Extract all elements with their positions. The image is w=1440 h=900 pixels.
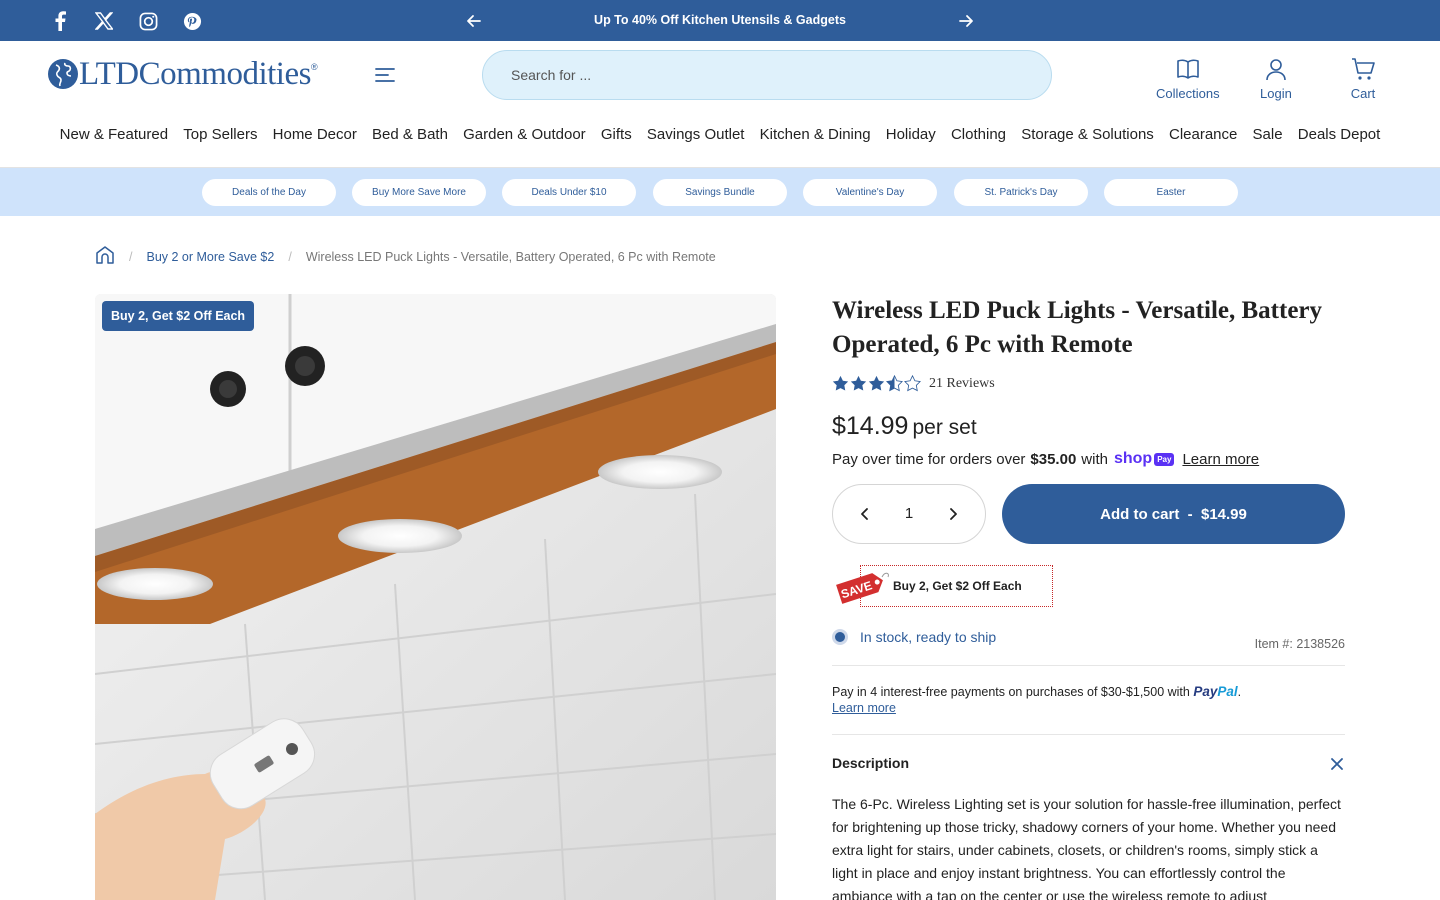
stock-status: In stock, ready to ship	[832, 629, 996, 645]
quantity-value[interactable]: 1	[893, 505, 925, 522]
description-heading[interactable]: Description	[832, 755, 909, 771]
price-unit: per set	[912, 416, 977, 439]
nav-item-holiday[interactable]: Holiday	[878, 126, 943, 143]
nav-item-garden-outdoor[interactable]: Garden & Outdoor	[456, 126, 594, 143]
facebook-icon[interactable]	[48, 10, 72, 32]
divider	[832, 665, 1345, 666]
shop-pay-installments: Pay over time for orders over $35.00 wit…	[832, 450, 1259, 468]
pill-easter[interactable]: Easter	[1104, 179, 1238, 206]
breadcrumb-separator: /	[129, 249, 133, 264]
breadcrumb-current: Wireless LED Puck Lights - Versatile, Ba…	[305, 249, 716, 264]
collections-label: Collections	[1156, 86, 1220, 101]
shoppay-amount: $35.00	[1030, 450, 1077, 468]
logo-text: LTDCommodities	[79, 55, 311, 92]
in-stock-dot-icon	[832, 629, 848, 645]
close-icon[interactable]	[1330, 757, 1344, 771]
search-input[interactable]	[511, 51, 1011, 99]
promo-pill-bar: Deals of the Day Buy More Save More Deal…	[0, 168, 1440, 216]
nav-item-new-featured[interactable]: New & Featured	[52, 126, 176, 143]
breadcrumb: / Buy 2 or More Save $2 / Wireless LED P…	[95, 245, 716, 268]
breadcrumb-separator: /	[288, 249, 292, 264]
nav-item-bed-bath[interactable]: Bed & Bath	[364, 126, 455, 143]
announcement-text[interactable]: Up To 40% Off Kitchen Utensils & Gadgets	[500, 13, 940, 27]
chevron-left-icon[interactable]	[855, 504, 875, 524]
product-title: Wireless LED Puck Lights - Versatile, Ba…	[832, 297, 1323, 358]
pill-valentines-day[interactable]: Valentine's Day	[803, 179, 937, 206]
x-icon[interactable]	[92, 10, 116, 32]
stock-text: In stock, ready to ship	[860, 629, 997, 645]
logo-registered-mark: ®	[310, 62, 318, 72]
star-rating	[832, 375, 921, 392]
nav-item-clothing[interactable]: Clothing	[943, 126, 1013, 143]
nav-item-top-sellers[interactable]: Top Sellers	[176, 126, 265, 143]
add-to-cart-button[interactable]: Add to cart - $14.99	[1002, 484, 1345, 544]
star-icon	[850, 375, 867, 391]
globe-icon	[48, 59, 78, 89]
divider	[832, 734, 1345, 735]
announcement-bar: Up To 40% Off Kitchen Utensils & Gadgets	[0, 0, 1440, 41]
item-number: Item #: 2138526	[1254, 637, 1345, 651]
pill-buy-more-save-more[interactable]: Buy More Save More	[352, 179, 486, 206]
pinterest-icon[interactable]	[180, 10, 204, 32]
paypal-learn-more-link[interactable]: Learn more	[832, 700, 1345, 716]
paypal-logo-pay: Pay	[1193, 684, 1218, 699]
collections-link[interactable]: Collections	[1156, 56, 1220, 101]
promo-offer-label: Buy 2, Get $2 Off Each	[893, 579, 1022, 593]
pill-st-patricks-day[interactable]: St. Patrick's Day	[954, 179, 1088, 206]
arrow-right-icon[interactable]	[956, 11, 976, 31]
pill-deals-under-10[interactable]: Deals Under $10	[502, 179, 636, 206]
nav-item-home-decor[interactable]: Home Decor	[265, 126, 364, 143]
price-value: $14.99	[832, 412, 909, 440]
promo-badge: Buy 2, Get $2 Off Each	[102, 301, 255, 331]
product-price: $14.99 per set	[832, 412, 977, 441]
product-rating[interactable]: 21 Reviews	[832, 375, 995, 392]
review-count[interactable]: 21 Reviews	[929, 376, 995, 392]
shoppay-learn-more-link[interactable]: Learn more	[1182, 451, 1259, 468]
arrow-left-icon[interactable]	[464, 11, 484, 31]
paypal-period: .	[1237, 685, 1242, 699]
star-icon	[832, 375, 849, 391]
paypal-text: Pay in 4 interest-free payments on purch…	[832, 685, 1190, 699]
breadcrumb-category[interactable]: Buy 2 or More Save $2	[146, 250, 274, 264]
chevron-right-icon[interactable]	[943, 504, 963, 524]
pill-deals-of-the-day[interactable]: Deals of the Day	[202, 179, 336, 206]
empty-star-icon	[904, 375, 921, 392]
pill-savings-bundle[interactable]: Savings Bundle	[653, 179, 787, 206]
nav-item-sale[interactable]: Sale	[1245, 126, 1290, 143]
shop-pay-logo: shop	[1113, 450, 1153, 467]
paypal-logo: PayPal	[1193, 684, 1237, 699]
nav-item-savings-outlet[interactable]: Savings Outlet	[639, 126, 752, 143]
cart-icon	[1352, 58, 1375, 80]
paypal-logo-pal: Pal	[1217, 684, 1238, 699]
cart-link[interactable]: Cart	[1350, 56, 1376, 101]
product-image[interactable]	[95, 294, 776, 900]
paypal-installments: Pay in 4 interest-free payments on purch…	[832, 684, 1345, 716]
menu-icon[interactable]	[373, 65, 397, 85]
instagram-icon[interactable]	[136, 10, 160, 32]
half-star-icon	[886, 375, 903, 392]
site-logo[interactable]: LTDCommodities ®	[48, 56, 318, 92]
nav-item-kitchen-dining[interactable]: Kitchen & Dining	[752, 126, 878, 143]
home-icon[interactable]	[95, 245, 115, 268]
nav-item-deals-depot[interactable]: Deals Depot	[1290, 126, 1388, 143]
shoppay-prefix: Pay over time for orders over	[832, 450, 1026, 468]
quantity-stepper: 1	[832, 484, 986, 544]
shoppay-suffix: with	[1081, 450, 1108, 468]
star-icon	[868, 375, 885, 391]
save-tag-icon: SAVE	[836, 572, 889, 604]
search-bar	[482, 50, 1052, 100]
cart-label: Cart	[1350, 86, 1376, 101]
nav-item-clearance[interactable]: Clearance	[1161, 126, 1245, 143]
product-photo	[95, 294, 776, 900]
login-link[interactable]: Login	[1260, 56, 1292, 101]
main-navigation: New & Featured Top Sellers Home Decor Be…	[0, 126, 1440, 143]
user-icon	[1266, 59, 1286, 81]
login-label: Login	[1260, 86, 1292, 101]
shop-pay-badge: Pay	[1154, 452, 1175, 466]
book-icon	[1176, 59, 1199, 79]
social-links	[48, 10, 204, 32]
nav-item-gifts[interactable]: Gifts	[593, 126, 639, 143]
nav-item-storage-solutions[interactable]: Storage & Solutions	[1014, 126, 1162, 143]
description-text: The 6-Pc. Wireless Lighting set is your …	[832, 796, 1341, 900]
